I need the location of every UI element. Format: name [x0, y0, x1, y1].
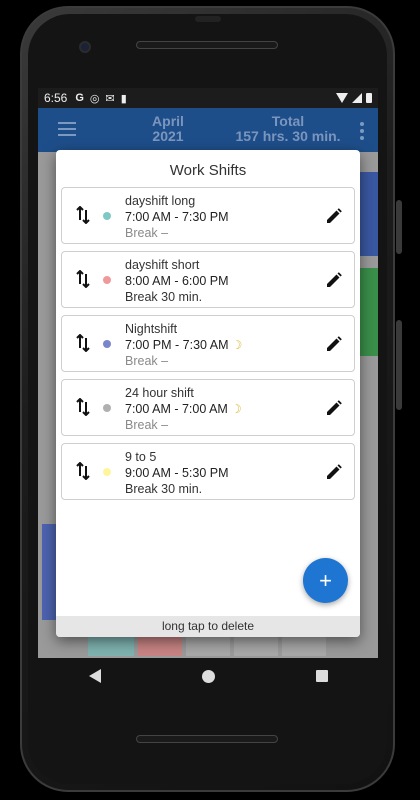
shift-time: 7:00 PM - 7:30 AM [125, 338, 229, 352]
system-nav-bar [38, 658, 378, 694]
shift-time-row: 9:00 AM - 5:30 PM [125, 465, 229, 481]
shift-time: 8:00 AM - 6:00 PM [125, 274, 229, 288]
edit-icon[interactable] [326, 464, 342, 480]
shift-card[interactable]: Nightshift 7:00 PM - 7:30 AM ☽ Break – [61, 315, 355, 372]
shift-break: Break – [125, 354, 169, 368]
earpiece [195, 16, 221, 22]
reorder-icon[interactable] [76, 270, 90, 288]
month-year-label[interactable]: April 2021 [118, 114, 218, 144]
shift-card[interactable]: dayshift short 8:00 AM - 6:00 PM Break 3… [61, 251, 355, 308]
dialog-title: Work Shifts [169, 162, 247, 179]
mail-notification-icon: ✉ [105, 92, 115, 105]
battery-icon [366, 93, 372, 103]
work-shifts-dialog: Work Shifts dayshift long 7:00 AM - 7:30… [56, 150, 360, 637]
status-right-group [336, 93, 372, 103]
edit-icon[interactable] [326, 400, 342, 416]
shift-name: dayshift short [125, 258, 200, 272]
shift-details: 9 to 5 9:00 AM - 5:30 PM Break 30 min. [125, 449, 229, 497]
moon-icon: ☽ [231, 338, 243, 352]
shift-time: 7:00 AM - 7:00 AM [125, 402, 228, 416]
month-label: April [152, 113, 184, 129]
volume-button [396, 200, 402, 254]
signal-icon [352, 93, 362, 103]
total-label: Total [271, 113, 305, 129]
shift-break: Break 30 min. [125, 482, 203, 496]
calendar-shift-block [360, 172, 378, 256]
shift-break: Break – [125, 418, 169, 432]
shift-color-dot [103, 276, 111, 284]
status-bar: 6:56 G ◎ ✉ ▮ [38, 88, 378, 108]
shift-name: 9 to 5 [125, 450, 157, 464]
recent-apps-icon[interactable] [315, 670, 328, 682]
shift-name: dayshift long [125, 194, 196, 208]
moon-icon: ☽ [230, 402, 242, 416]
shift-time-row: 8:00 AM - 6:00 PM [125, 273, 229, 289]
edit-icon[interactable] [326, 208, 342, 224]
shift-color-dot [103, 340, 111, 348]
reorder-icon[interactable] [76, 462, 90, 480]
shift-list: dayshift long 7:00 AM - 7:30 PM Break – … [61, 187, 355, 507]
wifi-icon [336, 93, 348, 103]
power-button [396, 320, 402, 410]
shift-details: dayshift long 7:00 AM - 7:30 PM Break – [125, 193, 229, 241]
edit-icon[interactable] [326, 336, 342, 352]
shift-details: 24 hour shift 7:00 AM - 7:00 AM ☽ Break – [125, 385, 242, 433]
shift-time: 9:00 AM - 5:30 PM [125, 466, 229, 480]
shift-card[interactable]: dayshift long 7:00 AM - 7:30 PM Break – [61, 187, 355, 244]
sync-notification-icon: ◎ [89, 92, 100, 105]
reorder-icon[interactable] [76, 398, 90, 416]
total-hours: Total 157 hrs. 30 min. [208, 114, 368, 144]
sd-card-notification-icon: ▮ [120, 92, 127, 105]
total-value: 157 hrs. 30 min. [235, 128, 341, 144]
edit-icon[interactable] [326, 272, 342, 288]
shift-details: Nightshift 7:00 PM - 7:30 AM ☽ Break – [125, 321, 242, 369]
shift-color-dot [103, 404, 111, 412]
bottom-speaker-grille [136, 735, 278, 743]
app-bar: April 2021 Total 157 hrs. 30 min. [38, 108, 378, 152]
home-icon[interactable] [201, 669, 215, 683]
shift-name: Nightshift [125, 322, 178, 336]
shift-break: Break 30 min. [125, 290, 203, 304]
shift-card[interactable]: 9 to 5 9:00 AM - 5:30 PM Break 30 min. [61, 443, 355, 500]
back-icon[interactable] [88, 669, 101, 683]
calendar-shift-block [360, 268, 378, 356]
shift-color-dot [103, 212, 111, 220]
shift-time: 7:00 AM - 7:30 PM [125, 210, 229, 224]
top-speaker-grille [136, 41, 278, 49]
status-time: 6:56 [44, 91, 68, 105]
google-notification-icon: G [75, 92, 84, 104]
shift-name: 24 hour shift [125, 386, 194, 400]
year-label: 2021 [152, 128, 184, 144]
add-shift-button[interactable]: + [303, 558, 348, 603]
shift-card[interactable]: 24 hour shift 7:00 AM - 7:00 AM ☽ Break – [61, 379, 355, 436]
delete-hint: long tap to delete [56, 616, 360, 637]
more-options-icon[interactable] [360, 122, 364, 143]
shift-details: dayshift short 8:00 AM - 6:00 PM Break 3… [125, 257, 229, 305]
reorder-icon[interactable] [76, 334, 90, 352]
shift-time-row: 7:00 AM - 7:30 PM [125, 209, 229, 225]
shift-break: Break – [125, 226, 169, 240]
reorder-icon[interactable] [76, 206, 90, 224]
shift-time-row: 7:00 AM - 7:00 AM ☽ [125, 401, 242, 417]
front-camera [79, 41, 91, 53]
shift-time-row: 7:00 PM - 7:30 AM ☽ [125, 337, 242, 353]
shift-color-dot [103, 468, 111, 476]
menu-icon[interactable] [58, 122, 76, 136]
